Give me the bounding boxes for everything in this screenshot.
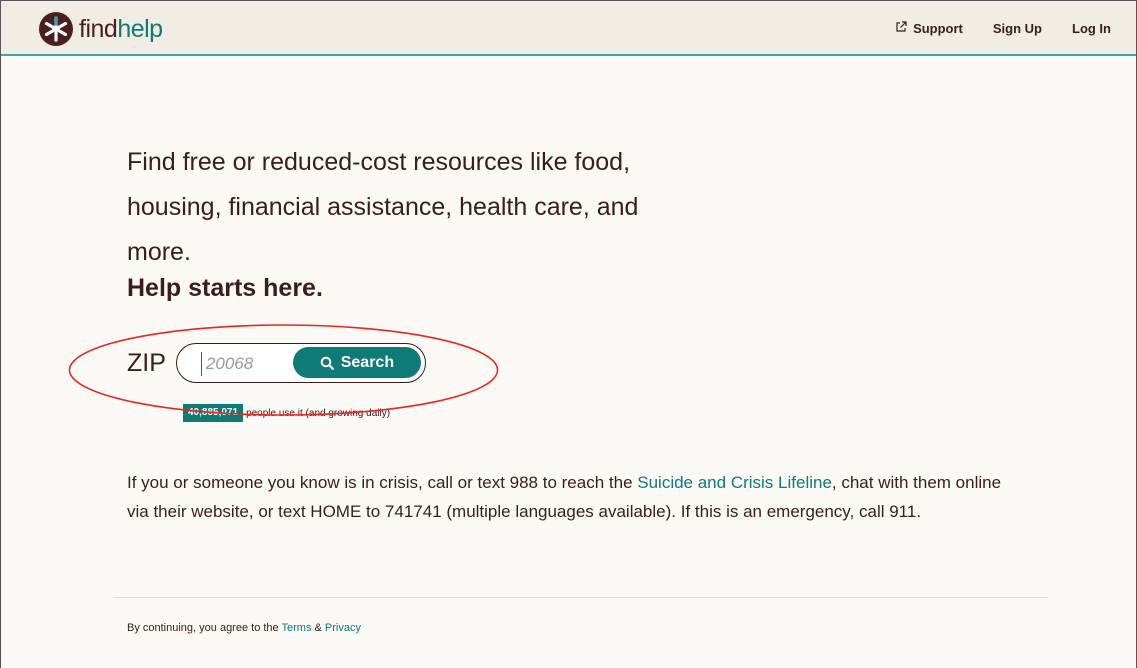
crisis-notice: If you or someone you know is in crisis,…	[127, 468, 1027, 526]
lifeline-link[interactable]: Suicide and Crisis Lifeline	[637, 473, 832, 492]
log-in-link[interactable]: Log In	[1072, 21, 1111, 36]
findhelp-logo[interactable]: findhelp	[39, 12, 163, 46]
search-button[interactable]: Search	[292, 347, 421, 378]
support-label: Support	[913, 20, 963, 36]
terms-link[interactable]: Terms	[282, 622, 312, 634]
usage-count-badge: 40,885,071	[183, 404, 244, 422]
zip-label: ZIP	[127, 348, 166, 377]
external-link-icon	[895, 20, 907, 36]
zip-input[interactable]	[200, 352, 298, 376]
support-link[interactable]: Support	[895, 21, 963, 36]
footer-divider	[113, 597, 1048, 598]
sign-up-link[interactable]: Sign Up	[993, 21, 1042, 36]
header-nav: Support Sign Up Log In	[865, 1, 1111, 55]
terms-notice: By continuing, you agree to the Terms & …	[127, 622, 361, 634]
usage-counter: 40,885,071 people use it (and growing da…	[183, 404, 390, 422]
brand-name: findhelp	[79, 12, 163, 46]
search-button-label: Search	[340, 353, 395, 371]
brand-name-help: help	[117, 15, 163, 43]
zip-search-form: ZIP Search	[127, 342, 426, 384]
zip-search-box: Search	[175, 343, 426, 383]
asterisk-logo-icon	[39, 12, 73, 46]
top-header: findhelp Support Sign Up Log In	[1, 0, 1136, 56]
magnifier-icon	[320, 356, 334, 370]
crisis-text-before: If you or someone you know is in crisis,…	[127, 473, 638, 492]
terms-prefix: By continuing, you agree to the	[127, 622, 282, 634]
usage-text: people use it (and growing daily)	[246, 407, 391, 419]
privacy-link[interactable]: Privacy	[325, 622, 361, 634]
terms-amp: &	[311, 622, 325, 634]
hero-tagline: Help starts here.	[127, 274, 323, 302]
brand-name-find: find	[79, 15, 118, 43]
hero-headline: Find free or reduced-cost resources like…	[127, 148, 639, 266]
